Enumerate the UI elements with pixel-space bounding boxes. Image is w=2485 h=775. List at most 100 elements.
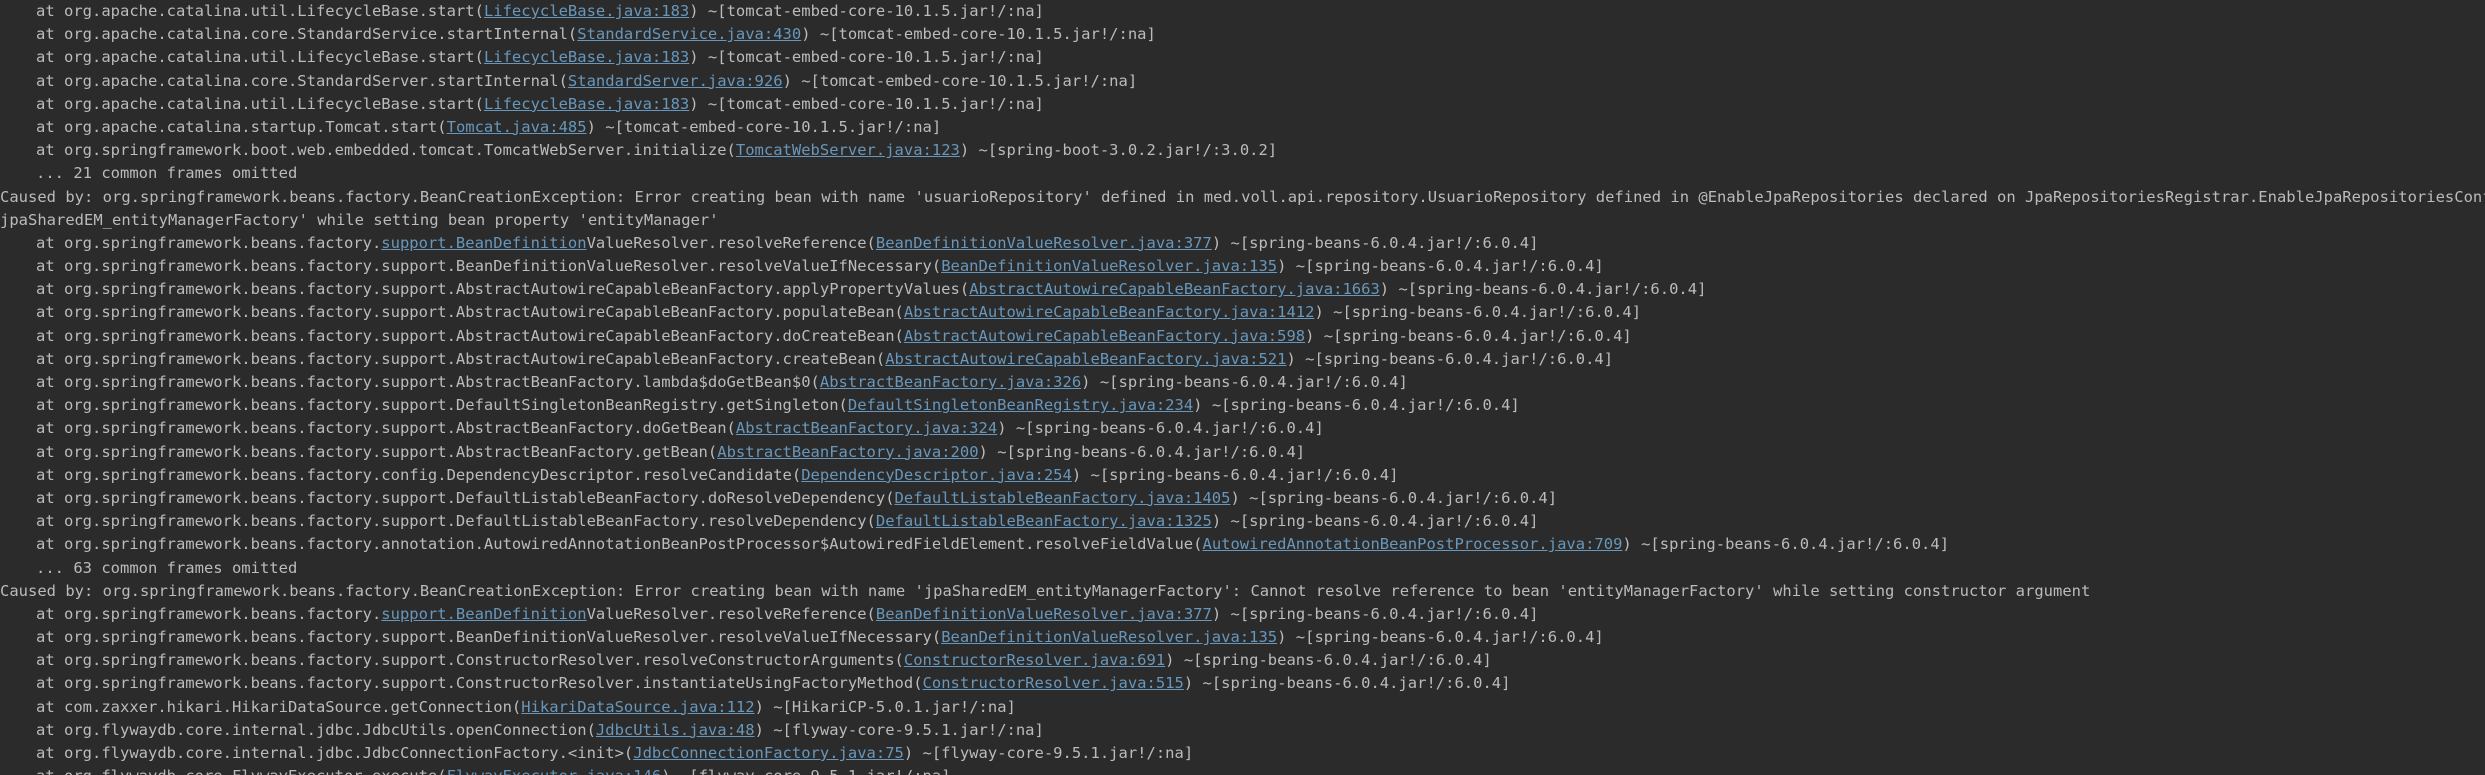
- stack-trace-text: at org.springframework.beans.factory.sup…: [36, 396, 848, 415]
- source-file-link[interactable]: ConstructorResolver.java:691: [904, 651, 1165, 669]
- stack-trace-frame-line: at org.apache.catalina.util.LifecycleBas…: [0, 46, 2485, 69]
- stack-trace-frame-line: at org.apache.catalina.core.StandardServ…: [0, 23, 2485, 46]
- stack-trace-text: at org.flywaydb.core.internal.jdbc.JdbcC…: [36, 744, 634, 762]
- source-file-link[interactable]: AbstractAutowireCapableBeanFactory.java:…: [969, 280, 1380, 298]
- stack-trace-frame-line: at org.springframework.beans.factory.ann…: [0, 533, 2485, 556]
- exception-caused-by-line: Caused by: org.springframework.beans.fac…: [0, 580, 2485, 603]
- stack-trace-frame-line: at org.springframework.beans.factory.sup…: [0, 371, 2485, 394]
- stack-trace-text: at org.apache.catalina.util.LifecycleBas…: [36, 2, 484, 20]
- source-file-link[interactable]: AbstractBeanFactory.java:324: [736, 419, 997, 437]
- stack-trace-frame-line: at org.springframework.beans.factory.sup…: [0, 487, 2485, 510]
- stack-trace-frame-line: at com.zaxxer.hikari.HikariDataSource.ge…: [0, 696, 2485, 719]
- stack-trace-frame-line: at org.springframework.beans.factory.sup…: [0, 626, 2485, 649]
- stack-trace-text: ) ~[tomcat-embed-core-10.1.5.jar!/:na]: [801, 25, 1156, 44]
- source-file-link[interactable]: TomcatWebServer.java:123: [736, 141, 960, 159]
- stack-trace-text: at org.apache.catalina.startup.Tomcat.st…: [36, 117, 447, 136]
- source-file-link[interactable]: BeanDefinitionValueResolver.java:135: [941, 257, 1277, 275]
- stack-trace-text: at org.springframework.beans.factory.sup…: [36, 488, 895, 507]
- stack-trace-frame-line: at org.apache.catalina.util.LifecycleBas…: [0, 0, 2485, 23]
- stack-trace-frame-line: at org.springframework.beans.factory.sup…: [0, 394, 2485, 417]
- stack-trace-text: ) ~[flyway-core-9.5.1.jar!/:na]: [903, 744, 1194, 762]
- stack-trace-text: ) ~[spring-beans-6.0.4.jar!/:6.0.4]: [978, 442, 1306, 461]
- stack-trace-frame-line: at org.springframework.beans.factory.sup…: [0, 325, 2485, 348]
- stack-trace-text: ) ~[spring-beans-6.0.4.jar!/:6.0.4]: [1230, 488, 1558, 507]
- source-file-link[interactable]: AbstractAutowireCapableBeanFactory.java:…: [885, 350, 1286, 368]
- stack-trace-frame-line: at org.springframework.beans.factory.sup…: [0, 255, 2485, 278]
- stack-trace-text: ) ~[spring-beans-6.0.4.jar!/:6.0.4]: [1211, 512, 1539, 531]
- source-file-link[interactable]: BeanDefinitionValueResolver.java:377: [876, 605, 1212, 623]
- stack-trace-frame-line: at org.springframework.beans.factory.sup…: [0, 441, 2485, 464]
- source-file-link[interactable]: AbstractAutowireCapableBeanFactory.java:…: [904, 303, 1315, 321]
- stack-trace-text: ) ~[spring-beans-6.0.4.jar!/:6.0.4]: [1286, 349, 1614, 368]
- source-file-link[interactable]: DefaultListableBeanFactory.java:1325: [876, 512, 1212, 530]
- stack-trace-text: at org.springframework.beans.factory.sup…: [36, 373, 820, 391]
- source-file-link[interactable]: DefaultListableBeanFactory.java:1405: [895, 489, 1231, 507]
- stack-trace-text: at org.springframework.beans.factory.ann…: [36, 535, 1203, 554]
- source-file-link[interactable]: BeanDefinitionValueResolver.java:135: [941, 628, 1277, 646]
- stack-trace-frame-line: at org.springframework.beans.factory.sup…: [0, 672, 2485, 695]
- stack-trace-text: ValueResolver.resolveReference(: [586, 233, 876, 252]
- source-file-link[interactable]: HikariDataSource.java:112: [521, 698, 754, 716]
- stack-trace-text: at org.springframework.beans.factory.sup…: [36, 512, 876, 531]
- stack-trace-text: at com.zaxxer.hikari.HikariDataSource.ge…: [36, 697, 522, 716]
- source-file-link[interactable]: AbstractBeanFactory.java:200: [717, 443, 978, 461]
- stack-trace-text: ) ~[tomcat-embed-core-10.1.5.jar!/:na]: [689, 48, 1044, 67]
- source-file-link[interactable]: StandardService.java:430: [577, 25, 801, 43]
- source-file-link[interactable]: LifecycleBase.java:183: [484, 48, 689, 66]
- stack-trace-text: ) ~[spring-beans-6.0.4.jar!/:6.0.4]: [1622, 535, 1950, 554]
- stack-trace-text: ) ~[spring-beans-6.0.4.jar!/:6.0.4]: [1277, 628, 1604, 647]
- source-file-link[interactable]: DefaultSingletonBeanRegistry.java:234: [848, 396, 1193, 414]
- stack-trace-frame-line: at org.springframework.beans.factory.sup…: [0, 417, 2485, 440]
- source-file-link[interactable]: JdbcConnectionFactory.java:75: [633, 744, 904, 762]
- stack-trace-text: at org.apache.catalina.core.StandardServ…: [36, 71, 568, 90]
- stack-trace-text: ) ~[spring-beans-6.0.4.jar!/:6.0.4]: [1305, 326, 1632, 345]
- stack-trace-frame-line: at org.flywaydb.core.internal.jdbc.JdbcU…: [0, 719, 2485, 742]
- stack-trace-frame-line: at org.flywaydb.core.internal.jdbc.JdbcC…: [0, 742, 2485, 765]
- stack-trace-text: ) ~[spring-beans-6.0.4.jar!/:6.0.4]: [1211, 604, 1539, 623]
- stack-trace-text: ) ~[spring-beans-6.0.4.jar!/:6.0.4]: [997, 419, 1324, 438]
- source-file-link[interactable]: BeanDefinitionValueResolver.java:377: [876, 234, 1212, 252]
- source-file-link[interactable]: LifecycleBase.java:183: [484, 2, 689, 20]
- source-file-link[interactable]: AbstractAutowireCapableBeanFactory.java:…: [904, 327, 1305, 345]
- stack-trace-frame-line: at org.springframework.beans.factory.sup…: [0, 278, 2485, 301]
- stack-trace-text: at org.flywaydb.core.internal.jdbc.JdbcU…: [36, 720, 596, 739]
- source-file-link[interactable]: DependencyDescriptor.java:254: [801, 466, 1072, 484]
- source-class-link-hovered[interactable]: support.BeanDefinition: [381, 234, 586, 252]
- stack-trace-text: Caused by: org.springframework.beans.fac…: [0, 187, 2485, 206]
- stack-trace-text: ) ~[flyway-core-9.5.1.jar!/:na]: [754, 720, 1044, 739]
- source-file-link[interactable]: AutowiredAnnotationBeanPostProcessor.jav…: [1202, 535, 1622, 553]
- source-file-link[interactable]: LifecycleBase.java:183: [484, 95, 689, 113]
- exception-caused-by-line: Caused by: org.springframework.beans.fac…: [0, 186, 2485, 209]
- source-file-link[interactable]: StandardServer.java:926: [568, 72, 783, 90]
- source-file-link[interactable]: AbstractBeanFactory.java:326: [820, 373, 1081, 391]
- stack-trace-text: at org.springframework.beans.factory.con…: [36, 465, 802, 484]
- run-console-output[interactable]: at org.apache.catalina.util.LifecycleBas…: [0, 0, 2485, 775]
- stack-trace-frame-line: at org.flywaydb.core.FlywayExecutor.exec…: [0, 765, 2485, 775]
- stack-trace-text: at org.springframework.beans.factory.sup…: [36, 326, 904, 345]
- stack-trace-text: at org.springframework.beans.factory.sup…: [36, 628, 942, 647]
- stack-trace-text: at org.springframework.beans.factory.sup…: [36, 419, 736, 438]
- stack-trace-text: ) ~[spring-beans-6.0.4.jar!/:6.0.4]: [1165, 651, 1492, 670]
- stack-trace-text: at org.springframework.beans.factory.sup…: [36, 280, 970, 299]
- stack-trace-text: at org.springframework.beans.factory.: [36, 233, 382, 252]
- stack-trace-frame-line: at org.springframework.beans.factory.sup…: [0, 301, 2485, 324]
- stack-trace-frame-line: at org.apache.catalina.startup.Tomcat.st…: [0, 116, 2485, 139]
- stack-trace-text: at org.apache.catalina.core.StandardServ…: [36, 25, 578, 44]
- stack-trace-text: ) ~[spring-boot-3.0.2.jar!/:3.0.2]: [959, 141, 1278, 160]
- stack-trace-text: at org.springframework.boot.web.embedded…: [36, 141, 736, 160]
- stack-trace-frame-line: at org.springframework.beans.factory.sup…: [0, 510, 2485, 533]
- stack-trace-text: ) ~[spring-beans-6.0.4.jar!/:6.0.4]: [1081, 373, 1408, 391]
- source-file-link[interactable]: ConstructorResolver.java:515: [923, 674, 1184, 692]
- stack-trace-text: ) ~[spring-beans-6.0.4.jar!/:6.0.4]: [1183, 674, 1511, 693]
- common-frames-omitted-line: ... 63 common frames omitted: [0, 557, 2485, 580]
- source-file-link[interactable]: Tomcat.java:485: [447, 118, 587, 136]
- stack-trace-text: ) ~[spring-beans-6.0.4.jar!/:6.0.4]: [1379, 280, 1707, 299]
- source-class-link-hovered[interactable]: support.BeanDefinition: [381, 605, 586, 623]
- stack-trace-text: ) ~[HikariCP-5.0.1.jar!/:na]: [754, 697, 1016, 716]
- stack-trace-text: at org.springframework.beans.factory.sup…: [36, 674, 923, 693]
- source-file-link[interactable]: FlywayExecutor.java:146: [447, 767, 662, 775]
- stack-trace-frame-line: at org.apache.catalina.util.LifecycleBas…: [0, 93, 2485, 116]
- stack-trace-text: ) ~[spring-beans-6.0.4.jar!/:6.0.4]: [1071, 465, 1399, 484]
- source-file-link[interactable]: JdbcUtils.java:48: [596, 721, 755, 739]
- stack-trace-frame-line: at org.springframework.beans.factory.sup…: [0, 649, 2485, 672]
